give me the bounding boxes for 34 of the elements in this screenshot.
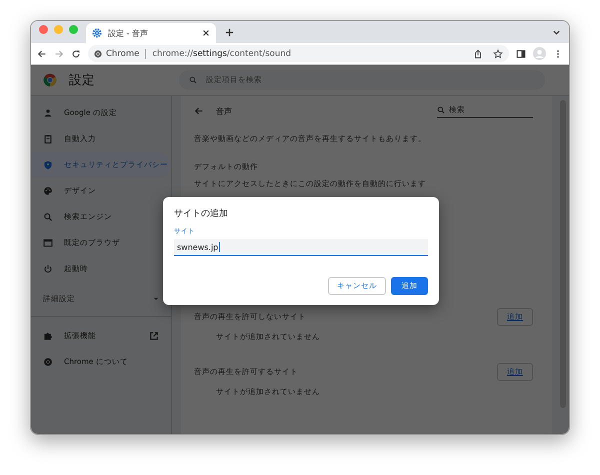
external-link-icon	[149, 331, 159, 341]
chrome-icon	[43, 357, 53, 367]
gear-icon	[92, 28, 102, 38]
chrome-icon	[94, 50, 102, 58]
share-icon[interactable]	[473, 48, 483, 58]
back-arrow-icon[interactable]	[194, 106, 204, 116]
browser-tab[interactable]: 設定 - 音声	[86, 23, 216, 43]
dialog-title: サイトの追加	[174, 208, 229, 220]
puzzle-piece-icon	[43, 331, 53, 341]
back-icon[interactable]	[37, 48, 47, 58]
star-icon[interactable]	[493, 48, 503, 58]
chevron-down-icon[interactable]	[552, 28, 561, 37]
person-icon	[43, 108, 53, 118]
side-panel-icon[interactable]	[516, 48, 526, 58]
url-text: chrome://settings/content/sound	[152, 48, 292, 58]
site-input-field[interactable]: swnews.jp	[174, 239, 428, 256]
reload-icon[interactable]	[71, 48, 81, 58]
new-tab-icon[interactable]	[225, 28, 234, 37]
caret-icon[interactable]	[153, 296, 159, 302]
clipboard-icon	[43, 134, 53, 144]
tab-title: 設定 - 音声	[108, 28, 149, 38]
palette-icon	[43, 186, 53, 196]
settings-title: 設定	[69, 72, 96, 88]
chrome-logo-icon	[43, 73, 57, 87]
browser-window-icon	[43, 238, 53, 248]
power-icon	[43, 264, 53, 274]
site-label: Chrome	[106, 48, 140, 58]
search-icon	[43, 212, 53, 222]
address-bar[interactable]: Chrome chrome://settings/content/sound	[88, 45, 509, 62]
close-tab-icon[interactable]	[202, 29, 210, 37]
search-icon	[189, 76, 197, 84]
shield-icon	[43, 160, 53, 170]
page-title: 音声	[216, 106, 233, 116]
search-icon	[437, 106, 445, 114]
